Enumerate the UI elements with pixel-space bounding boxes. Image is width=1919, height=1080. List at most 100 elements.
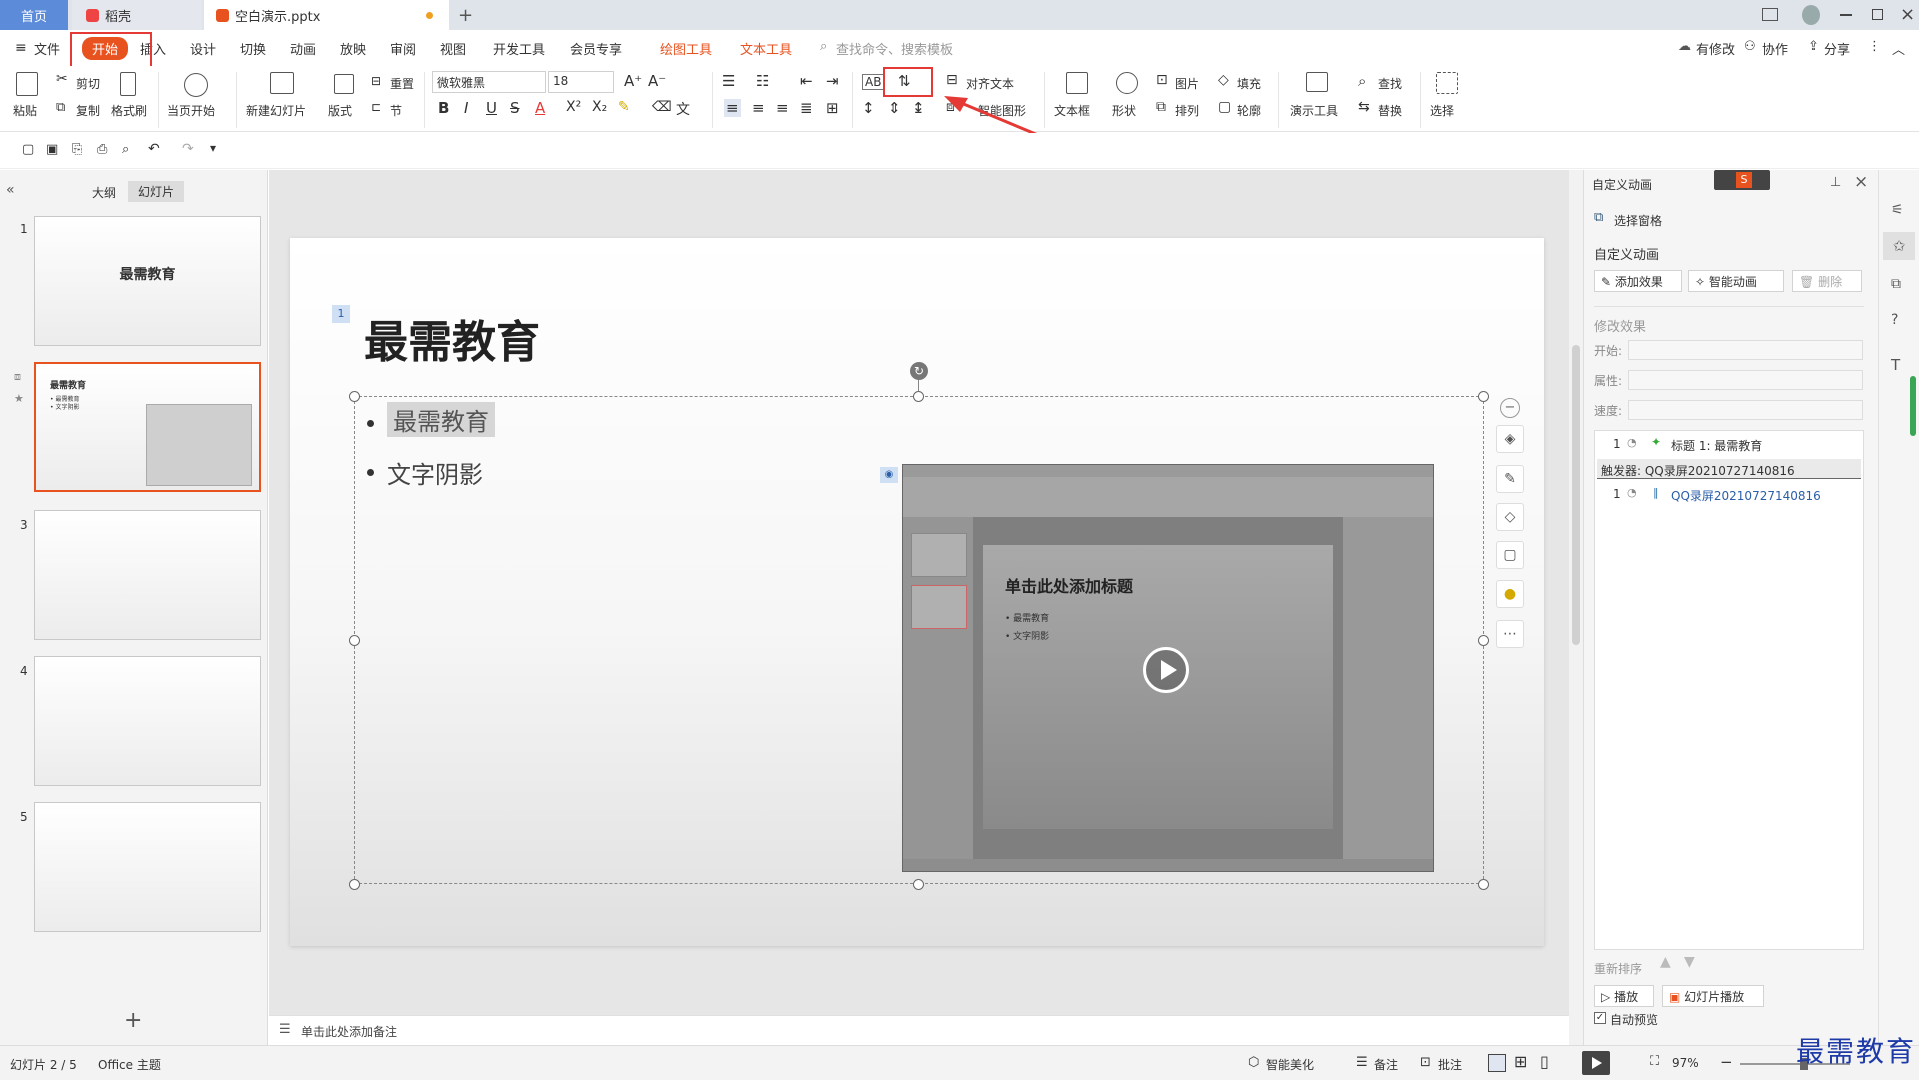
tab-daoke[interactable]: 稻壳 (72, 0, 202, 30)
sorter-view-icon[interactable]: ⊞ (1514, 1052, 1527, 1071)
shape-button[interactable]: 形状 (1112, 102, 1136, 119)
modified-button[interactable]: 有修改 (1696, 39, 1735, 58)
resize-handle-tr[interactable] (1478, 391, 1489, 402)
increase-indent-icon[interactable]: ⇥ (826, 72, 839, 90)
play-from-current-button[interactable]: 当页开始 (167, 102, 215, 119)
font-size-select[interactable]: 18 (548, 71, 614, 93)
share-button[interactable]: 分享 (1824, 39, 1850, 58)
select-button[interactable]: 选择 (1430, 102, 1454, 119)
customize-qat-icon[interactable]: ▾ (210, 141, 216, 155)
copy-icon[interactable]: ⧉ (56, 100, 65, 115)
notes-placeholder[interactable]: 单击此处添加备注 (301, 1023, 397, 1040)
tab-slides[interactable]: 幻灯片 (128, 181, 185, 202)
idea-float-icon[interactable]: ● (1496, 580, 1524, 608)
theme-name[interactable]: Office 主题 (98, 1056, 161, 1073)
menu-transition[interactable]: 切换 (240, 39, 266, 58)
cut-button[interactable]: 剪切 (76, 75, 100, 92)
subscript-icon[interactable]: X₂ (592, 99, 607, 115)
transition-sidebar-icon[interactable]: ⧉ (1891, 276, 1901, 292)
video-object[interactable]: 单击此处添加标题 • 最需教育 • 文字阴影 (902, 464, 1434, 872)
italic-button[interactable]: I (464, 99, 468, 117)
spacing-more-icon[interactable]: ↨ (912, 99, 925, 117)
bold-button[interactable]: B (438, 99, 449, 117)
zoom-out-float-icon[interactable]: − (1500, 398, 1520, 418)
minimize-icon[interactable] (1840, 14, 1852, 16)
new-tab-button[interactable]: + (458, 0, 482, 30)
resize-handle-bc[interactable] (913, 879, 924, 890)
menu-file[interactable]: 文件 (34, 39, 60, 58)
format-painter-button[interactable]: 格式刷 (111, 102, 147, 119)
align-right-icon[interactable]: ≡ (776, 99, 789, 117)
new-file-icon[interactable]: ▢ (22, 142, 34, 157)
align-left-icon[interactable]: ≡ (724, 99, 741, 117)
reset-icon[interactable]: ⊟ (371, 74, 381, 88)
normal-view-icon[interactable] (1488, 1054, 1506, 1072)
anim-item-1[interactable]: 1 ◔ ✦ 标题 1: 最需教育 (1595, 433, 1863, 455)
menu-design[interactable]: 设计 (190, 39, 216, 58)
print-icon[interactable]: ⎙ (97, 142, 107, 157)
beautify-button[interactable]: 智能美化 (1266, 1056, 1314, 1073)
slide-thumb-4[interactable] (34, 656, 261, 786)
replace-button[interactable]: 替换 (1378, 102, 1402, 119)
strikethrough-button[interactable]: S (510, 99, 520, 117)
pen-float-icon[interactable]: ✎ (1496, 465, 1524, 493)
copy-button[interactable]: 复制 (76, 102, 100, 119)
hamburger-icon[interactable]: ≡ (15, 40, 27, 56)
close-window-icon[interactable]: × (1900, 4, 1915, 25)
move-up-icon[interactable]: ▲ (1660, 954, 1671, 970)
tab-document[interactable]: 空白演示.pptx (204, 0, 449, 30)
align-text-button[interactable]: 对齐文本 (966, 75, 1014, 92)
cut-icon[interactable]: ✂ (56, 71, 68, 87)
shape-icon[interactable] (1116, 72, 1138, 94)
property-select[interactable] (1628, 370, 1863, 390)
preview-icon[interactable]: ⌕ (122, 142, 129, 157)
play-slideshow-icon[interactable] (1582, 1051, 1610, 1075)
shrink-font-icon[interactable]: A⁻ (648, 72, 666, 90)
text-sidebar-icon[interactable]: T (1891, 356, 1900, 374)
fill-float-icon[interactable]: ◇ (1496, 503, 1524, 531)
start-select[interactable] (1628, 340, 1863, 360)
find-button[interactable]: 查找 (1378, 75, 1402, 92)
window-layout-icon[interactable] (1762, 8, 1778, 21)
play-button[interactable]: ▷ 播放 (1594, 985, 1654, 1007)
menu-member[interactable]: 会员专享 (570, 39, 622, 58)
zoom-level[interactable]: 97% (1672, 1056, 1699, 1070)
paste-button[interactable]: 粘贴 (13, 102, 37, 119)
speed-select[interactable] (1628, 400, 1863, 420)
anim-item-2[interactable]: 1 ◔ ‖ QQ录屏20210727140816 (1595, 483, 1863, 505)
reset-button[interactable]: 重置 (390, 75, 414, 92)
add-effect-button[interactable]: ✎ 添加效果 (1594, 270, 1682, 292)
fill-button[interactable]: 填充 (1237, 75, 1261, 92)
tab-outline[interactable]: 大纲 (92, 184, 116, 201)
underline-button[interactable]: U (486, 99, 497, 117)
new-slide-icon[interactable] (270, 72, 294, 94)
resize-handle-tl[interactable] (349, 391, 360, 402)
undo-icon[interactable]: ↶ (148, 141, 160, 157)
more-float-icon[interactable]: ⋯ (1496, 620, 1524, 648)
numbered-list-icon[interactable]: ☷ (756, 72, 769, 90)
line-spacing-icon[interactable]: ↕ (862, 99, 875, 117)
resize-handle-br[interactable] (1478, 879, 1489, 890)
slideshow-button[interactable]: ▣ 幻灯片播放 (1662, 985, 1764, 1007)
zoom-out-icon[interactable]: − (1720, 1053, 1733, 1071)
distribute-icon[interactable]: ⊞ (826, 99, 839, 117)
move-down-icon[interactable]: ▼ (1684, 954, 1695, 970)
slide-thumb-2[interactable]: 最需教育 • 最需教育 • 文字阴影 (34, 362, 261, 492)
play-from-current-icon[interactable] (184, 73, 208, 97)
select-pane-link[interactable]: 选择窗格 (1614, 212, 1662, 229)
resize-handle-tc[interactable] (913, 391, 924, 402)
picture-icon[interactable]: ⊡ (1156, 72, 1168, 88)
bullet-text-2[interactable]: 文字阴影 (387, 455, 483, 490)
phonetic-icon[interactable]: 文 (676, 99, 690, 119)
delete-effect-button[interactable]: 🗑 删除 (1792, 270, 1862, 292)
fit-window-icon[interactable]: ⛶ (1650, 1054, 1659, 1069)
slide-thumb-5[interactable] (34, 802, 261, 932)
menu-view[interactable]: 视图 (440, 39, 466, 58)
para-spacing-icon[interactable]: ⇕ (888, 99, 901, 117)
smart-animation-button[interactable]: ✧ 智能动画 (1688, 270, 1784, 292)
fill-icon[interactable]: ◇ (1218, 72, 1229, 88)
command-search-input[interactable]: 查找命令、搜索模板 (836, 39, 953, 58)
frame-float-icon[interactable]: ▢ (1496, 541, 1524, 569)
resize-handle-bl[interactable] (349, 879, 360, 890)
notes-toggle[interactable]: 备注 (1374, 1056, 1398, 1073)
